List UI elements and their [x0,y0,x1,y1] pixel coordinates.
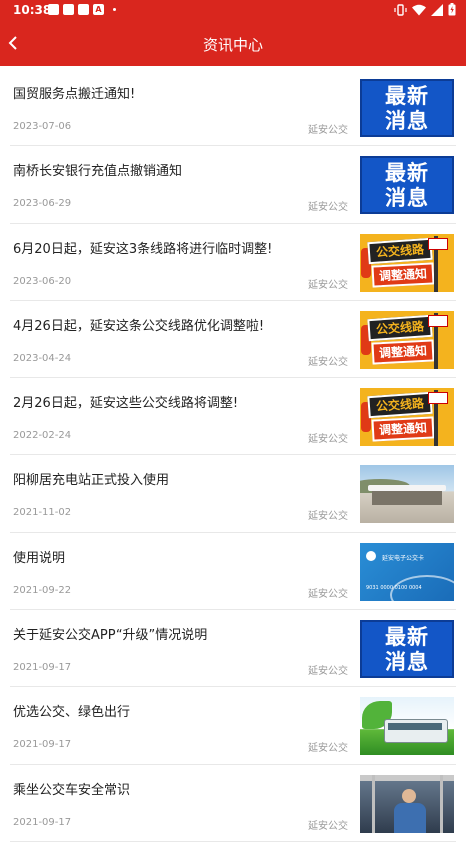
news-list-item[interactable]: 阳柳居充电站正式投入使用 2021-11-02 延安公交 [0,455,466,534]
charging-station-thumbnail [360,465,454,524]
news-title: 2月26日起，延安这些公交线路将调整! [13,396,239,412]
wifi-icon [412,4,426,15]
news-date: 2023-06-20 [13,275,72,287]
notification-icon [78,4,89,15]
news-date: 2021-11-02 [13,507,72,519]
news-source: 延安公交 [308,511,348,523]
system-icons [394,3,456,16]
news-list-item[interactable]: 优选公交、绿色出行 2021-09-17 延安公交 [0,687,466,765]
news-date: 2023-06-29 [13,198,72,210]
status-bar: 10:38 A [0,0,466,20]
news-title: 关于延安公交APP“升级”情况说明 [13,628,208,644]
news-date: 2021-09-17 [13,739,72,751]
news-date: 2023-07-06 [13,121,72,132]
news-source: 延安公交 [308,356,348,368]
route-adjustment-thumbnail: 公交线路 调整通知 [360,233,454,292]
app-header: 资讯中心 [0,20,466,66]
news-list-item[interactable]: 使用说明 2021-09-22 延安公交 延安电子公交卡 9031 0000 0… [0,533,466,611]
bus-card-thumbnail: 延安电子公交卡 9031 0000 0100 0004 [360,542,454,601]
news-title: 阳柳居充电站正式投入使用 [13,473,170,489]
news-date: 2021-09-17 [13,662,72,674]
news-source: 延安公交 [308,434,348,446]
battery-icon [448,3,456,16]
green-travel-thumbnail [360,697,454,756]
news-list: 国贸服务点搬迁通知! 2023-07-06 延安公交 最新 消息 南桥长安银行充值… [0,69,466,842]
bus-safety-thumbnail [360,774,454,833]
latest-news-thumbnail: 最新 消息 [360,79,454,137]
news-title: 优选公交、绿色出行 [13,705,131,721]
page-title: 资讯中心 [202,36,263,54]
news-title: 使用说明 [13,550,66,566]
notification-icons: A [48,4,116,15]
news-title: 国贸服务点搬迁通知! [13,87,136,102]
more-notifications-icon [113,8,116,11]
news-title: 南桥长安银行充值点撤销通知 [13,164,183,180]
news-source: 延安公交 [308,279,348,291]
news-list-item[interactable]: 南桥长安银行充值点撤销通知 2023-06-29 延安公交 最新 消息 [0,146,466,224]
route-adjustment-thumbnail: 公交线路 调整通知 [360,310,454,369]
vibrate-icon [394,3,407,16]
news-date: 2021-09-22 [13,584,72,596]
latest-news-thumbnail: 最新 消息 [360,620,454,679]
news-source: 延安公交 [308,820,348,832]
news-list-item[interactable]: 关于延安公交APP“升级”情况说明 2021-09-17 延安公交 最新 消息 [0,610,466,688]
news-date: 2022-02-24 [13,430,72,442]
news-list-item[interactable]: 4月26日起，延安这条公交线路优化调整啦! 2023-04-24 延安公交 公交… [0,301,466,379]
news-source: 延安公交 [308,125,348,136]
news-title: 6月20日起，延安这3条线路将进行临时调整! [13,241,273,257]
news-source: 延安公交 [308,743,348,755]
news-list-item[interactable]: 6月20日起，延安这3条线路将进行临时调整! 2023-06-20 延安公交 公… [0,224,466,302]
news-list-item[interactable]: 2月26日起，延安这些公交线路将调整! 2022-02-24 延安公交 公交线路… [0,378,466,456]
news-title: 乘坐公交车安全常识 [13,782,131,798]
notification-a-icon: A [93,4,104,15]
signal-icon [431,3,443,16]
news-source: 延安公交 [308,588,348,600]
notification-icon [63,4,74,15]
news-title: 4月26日起，延安这条公交线路优化调整啦! [13,318,265,334]
status-time: 10:38 [13,3,52,17]
route-adjustment-thumbnail: 公交线路 调整通知 [360,388,454,447]
news-list-item[interactable]: 国贸服务点搬迁通知! 2023-07-06 延安公交 最新 消息 [0,69,466,147]
news-date: 2023-04-24 [13,352,72,364]
notification-icon [48,4,59,15]
latest-news-thumbnail: 最新 消息 [360,156,454,215]
news-source: 延安公交 [308,666,348,678]
news-date: 2021-09-17 [13,816,72,828]
news-list-item[interactable]: 乘坐公交车安全常识 2021-09-17 延安公交 [0,765,466,842]
news-source: 延安公交 [308,202,348,214]
